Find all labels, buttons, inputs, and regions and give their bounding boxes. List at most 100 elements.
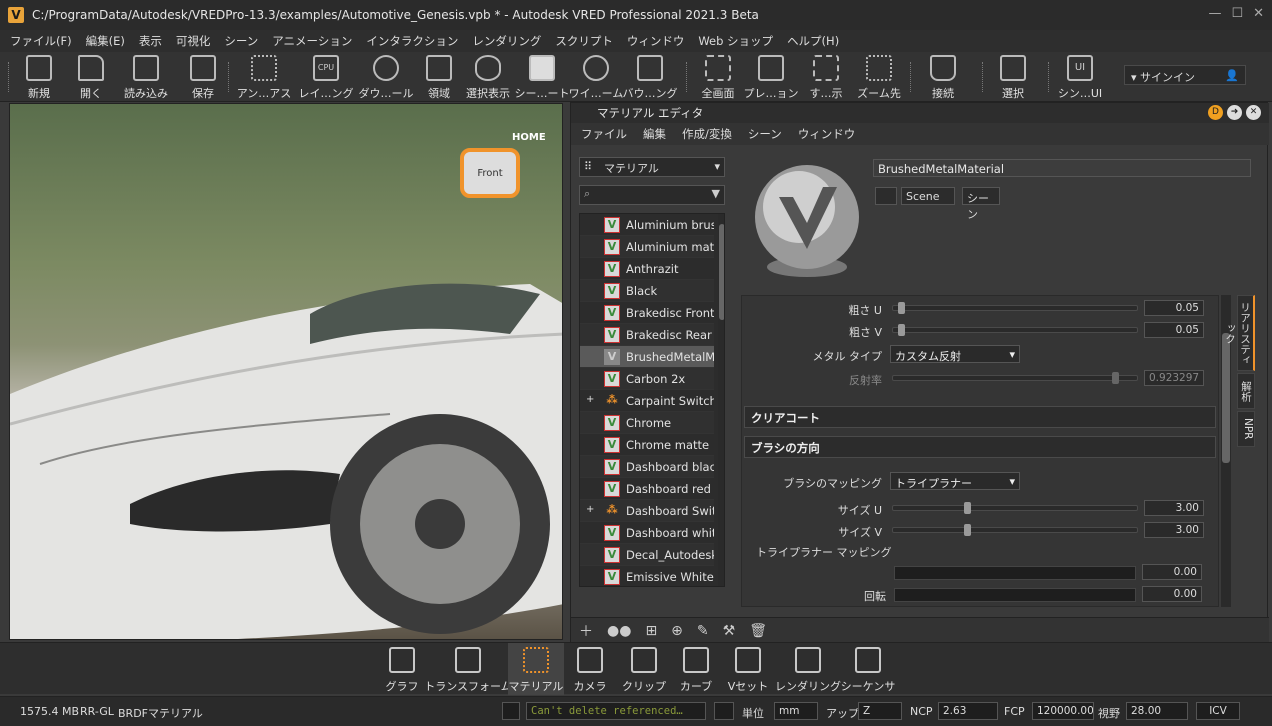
me-menu-scene[interactable]: シーン: [748, 126, 782, 142]
me-menu-create[interactable]: 作成/変換: [682, 126, 732, 142]
reflectivity-value[interactable]: 0.923297: [1144, 370, 1204, 386]
signin-button[interactable]: ▾ サインイン 👤: [1124, 65, 1246, 85]
maximize-icon[interactable]: ☐: [1231, 6, 1243, 21]
assign-icon[interactable]: ⊕: [671, 623, 683, 639]
bounding-box-button[interactable]: バウ…ング: [622, 52, 678, 102]
dock-icon[interactable]: D: [1208, 105, 1223, 120]
menu-window[interactable]: ウィンドウ: [627, 33, 685, 49]
fullscreen-button[interactable]: 全画面: [696, 52, 740, 102]
triplanar-offset-value[interactable]: 0.00: [1142, 564, 1202, 580]
menu-edit[interactable]: 編集(E): [86, 33, 125, 49]
material-list[interactable]: V Aluminium brushed V Aluminium matte V Anthr…: [579, 213, 725, 587]
link-icon[interactable]: ⊞: [645, 623, 657, 639]
module-transform[interactable]: トランスフォーム: [424, 643, 512, 695]
ncp-field[interactable]: 2.63: [938, 702, 998, 720]
module-vset[interactable]: Vセット: [728, 643, 768, 695]
roughness-u-slider[interactable]: [892, 302, 1138, 314]
duplicate-icon[interactable]: ●●: [607, 623, 631, 639]
rotation-value[interactable]: 0.00: [1142, 586, 1202, 602]
brush-mapping-dropdown[interactable]: トライプラナー ▾: [890, 472, 1020, 490]
select-button[interactable]: 選択: [996, 52, 1030, 102]
reflectivity-slider-knob[interactable]: [1112, 372, 1119, 384]
material-list-item[interactable]: V Carbon 2x: [580, 368, 714, 390]
downscale-button[interactable]: ダウ…ール: [358, 52, 414, 102]
show-selection-button[interactable]: 選択表示: [462, 52, 514, 102]
unit-dropdown[interactable]: mm: [774, 702, 818, 720]
size-u-slider-knob[interactable]: [964, 502, 971, 514]
material-list-item[interactable]: V Emissive White C: [580, 566, 714, 586]
close-panel-icon[interactable]: ✕: [1246, 105, 1261, 120]
material-type-dropdown[interactable]: ⠿ マテリアル ▾: [579, 157, 725, 177]
roughness-v-slider[interactable]: [892, 324, 1138, 336]
metal-type-dropdown[interactable]: カスタム反射 ▾: [890, 345, 1020, 363]
material-list-item[interactable]: + ⁂ Carpaint Switch: [580, 390, 714, 412]
tab-realistic[interactable]: リアリスティック: [1224, 295, 1255, 371]
size-v-slider[interactable]: [892, 524, 1138, 536]
import-button[interactable]: 読み込み: [122, 52, 170, 102]
terminal-icon[interactable]: [502, 702, 520, 720]
rotation-bar[interactable]: [894, 588, 1136, 602]
connect-button[interactable]: 接続: [926, 52, 960, 102]
brush-direction-section-header[interactable]: ブラシの方向: [744, 436, 1216, 458]
material-list-item[interactable]: V Decal_Autodesk: [580, 544, 714, 566]
fov-field[interactable]: 28.00: [1126, 702, 1188, 720]
home-view-button[interactable]: HOME: [512, 132, 546, 143]
size-v-value[interactable]: 3.00: [1144, 522, 1204, 538]
menu-rendering[interactable]: レンダリング: [472, 33, 541, 49]
properties-scroll-thumb[interactable]: [1222, 333, 1230, 463]
expand-icon[interactable]: +: [586, 504, 594, 515]
clearcoat-section-header[interactable]: クリアコート: [744, 406, 1216, 428]
render-viewport[interactable]: HOME Front: [9, 103, 563, 640]
zoom-to-button[interactable]: ズーム先: [854, 52, 904, 102]
antialias-button[interactable]: アン…アス: [236, 52, 292, 102]
scene-plate-button[interactable]: シー…ート: [514, 52, 570, 102]
pick-icon[interactable]: ✎: [697, 623, 709, 639]
module-clip[interactable]: クリップ: [622, 643, 666, 695]
triplanar-offset-bar[interactable]: [894, 566, 1136, 580]
material-list-item[interactable]: V Dashboard black: [580, 456, 714, 478]
minimize-icon[interactable]: —: [1208, 6, 1221, 21]
tab-npr[interactable]: NPR: [1237, 411, 1255, 447]
roughness-u-slider-knob[interactable]: [898, 302, 905, 314]
menu-animation[interactable]: アニメーション: [272, 33, 352, 49]
toolbar-grip[interactable]: [1048, 62, 1051, 92]
raytracing-button[interactable]: CPU レイ…ング: [298, 52, 354, 102]
add-icon[interactable]: ＋: [579, 621, 593, 641]
module-curve[interactable]: カーブ: [676, 643, 716, 695]
material-list-item[interactable]: V BrushedMetalMaterial: [580, 346, 714, 368]
region-button[interactable]: 領域: [424, 52, 454, 102]
tag-icon[interactable]: [875, 187, 897, 205]
filter-icon[interactable]: ▼: [712, 187, 720, 200]
material-search-input[interactable]: ⌕ ▼: [579, 185, 725, 205]
material-list-item[interactable]: V Black: [580, 280, 714, 302]
delete-icon[interactable]: 🗑: [749, 623, 767, 639]
roughness-u-value[interactable]: 0.05: [1144, 300, 1204, 316]
toolbar-grip[interactable]: [228, 62, 231, 92]
toolbar-grip[interactable]: [982, 62, 985, 92]
toolbar-grip[interactable]: [686, 62, 689, 92]
brush-icon[interactable]: ⚒: [723, 623, 736, 639]
size-u-slider[interactable]: [892, 502, 1138, 514]
icv-button[interactable]: ICV: [1196, 702, 1240, 720]
show-all-button[interactable]: す…示: [806, 52, 846, 102]
material-list-item[interactable]: V Chrome matte: [580, 434, 714, 456]
scene-button[interactable]: シーン: [962, 187, 1000, 221]
material-list-item[interactable]: V Anthrazit: [580, 258, 714, 280]
open-button[interactable]: 開く: [74, 52, 108, 102]
material-preview-sphere[interactable]: [751, 157, 863, 283]
module-camera[interactable]: カメラ: [570, 643, 610, 695]
me-menu-edit[interactable]: 編集: [643, 126, 666, 142]
arrow-right-icon[interactable]: ➜: [1227, 105, 1242, 120]
menu-webshop[interactable]: Web ショップ: [698, 33, 773, 49]
material-list-item[interactable]: + ⁂ Dashboard Switch: [580, 500, 714, 522]
material-list-item[interactable]: V Aluminium matte: [580, 236, 714, 258]
navigation-cube[interactable]: Front: [460, 148, 520, 198]
menu-scene[interactable]: シーン: [224, 33, 258, 49]
fcp-field[interactable]: 120000.00: [1032, 702, 1094, 720]
tab-analytic[interactable]: 解析: [1237, 373, 1255, 409]
material-name-field[interactable]: BrushedMetalMaterial: [873, 159, 1251, 177]
material-list-scroll-thumb[interactable]: [719, 224, 724, 320]
module-sequencer[interactable]: シーケンサ: [840, 643, 896, 695]
module-rendering[interactable]: レンダリング: [775, 643, 841, 695]
expand-icon[interactable]: +: [586, 394, 594, 405]
